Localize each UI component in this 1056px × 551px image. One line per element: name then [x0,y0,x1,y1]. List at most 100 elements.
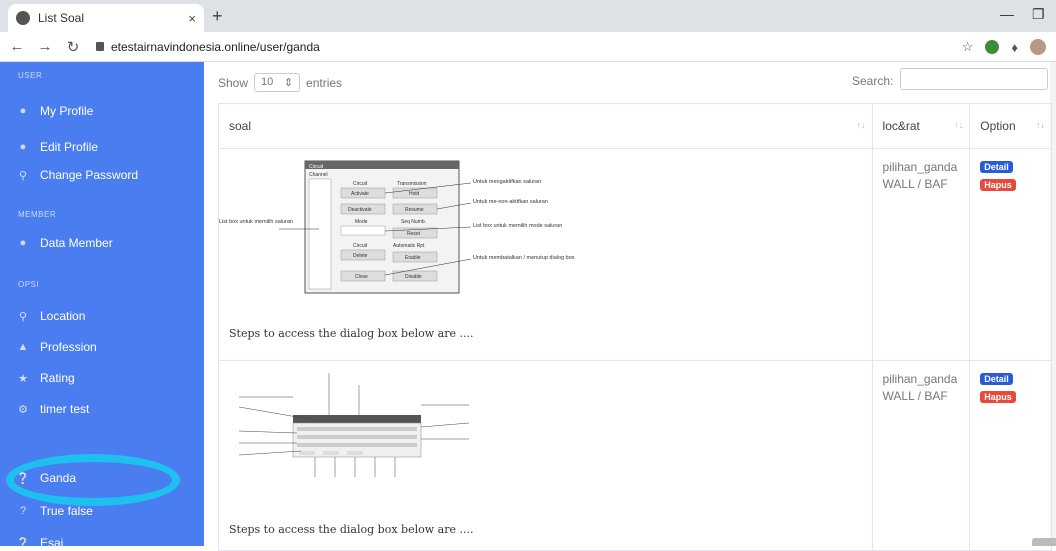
sidebar-item-label: My Profile [40,104,94,118]
sidebar-item-data-member[interactable]: ● Data Member [16,236,113,250]
detail-button[interactable]: Detail [980,161,1013,173]
diagram-disable-button: Disable [405,274,422,280]
column-header-label: loc&rat [882,119,920,133]
diagram-reset-button: Reset [407,231,421,237]
sidebar-item-edit-profile[interactable]: ● Edit Profile [16,140,98,154]
diagram-note-3: List box untuk memilih mode saluran [473,223,562,229]
diagram-circuit2-label: Circuit [353,243,368,249]
sidebar-item-label: Edit Profile [40,140,99,154]
sidebar-item-label: Data Member [40,236,113,250]
entries-select[interactable]: 10 ⇕ [254,73,301,92]
question-circle-icon: ❔ [16,537,30,547]
section-user: USER [18,71,43,80]
profession-icon: ▲ [17,341,29,353]
option-cell: Detail Hapus [969,148,1052,361]
diagram-close-button: Close [355,274,368,280]
sort-icon: ↑↓ [1036,120,1045,130]
question-text: Steps to access the dialog box below are… [229,327,474,340]
sidebar-item-label: Profession [40,340,97,354]
back-icon[interactable]: ← [6,38,28,55]
diagram-resume-button: Resume [405,207,424,213]
diagram-seq-numb-label: Seq Numb. [401,219,426,225]
highlight-ellipse [6,454,180,506]
address-bar: ← → ↻ etestairnavindonesia.online/user/g… [0,32,1056,62]
user-edit-icon: ● [19,141,27,153]
forward-icon[interactable]: → [34,38,56,55]
url-text: etestairnavindonesia.online/user/ganda [111,39,320,54]
diagram-hold-button: Hold [409,191,420,197]
column-header-soal[interactable]: soal ↑↓ [218,103,873,149]
reload-icon[interactable]: ↻ [62,38,84,56]
detail-button[interactable]: Detail [980,373,1013,385]
table-header-row: soal ↑↓ loc&rat ↑↓ Option ↑↓ [218,103,1052,149]
minimize-icon[interactable]: — [1000,6,1014,22]
location-rating: WALL / BAF [882,177,948,191]
puzzle-icon[interactable]: ♦ [1011,40,1018,55]
sidebar-item-label: Rating [40,371,75,385]
sidebar-item-label: True false [40,504,93,518]
sidebar-item-esai[interactable]: ❔ Esai [16,536,63,546]
column-header-loc-rat[interactable]: loc&rat ↑↓ [871,103,971,149]
sidebar-item-location[interactable]: ⚲ Location [16,309,85,323]
search-label: Search: [852,74,894,88]
sidebar-item-label: Location [40,309,86,323]
diagram-note-4: Untuk membatalkan / menutup dialog box [473,255,575,261]
search-location-icon: ⚲ [18,310,28,323]
extension-icon[interactable] [985,40,1000,54]
sort-icon: ↑↓ [856,120,866,130]
diagram-note-1: Untuk mengaktifkan saluran [473,179,541,185]
sidebar-item-profession[interactable]: ▲ Profession [16,340,97,354]
question-cell: Steps to access the dialog box below are… [218,360,873,551]
diagram-note-left: List box untuk memilih saluran [219,219,293,225]
toolbar-icons: ☆ ♦ [962,39,1046,55]
table-panel: Show 10 ⇕ entries Search: soal ↑↓ loc&rat ↑… [204,62,1052,551]
browser-tab-bar: List Soal × + — ❐ [0,0,1056,32]
user-icon: ● [19,105,27,117]
search-input[interactable] [900,68,1048,90]
entries-value: 10 [261,76,274,88]
question-type: pilihan_ganda [882,160,958,174]
sidebar-item-my-profile[interactable]: ● My Profile [16,104,94,118]
restore-icon[interactable]: ❐ [1032,6,1045,23]
diagram-channel-label: Channel [309,172,328,178]
question-text: Steps to access the dialog box below are… [229,523,474,536]
column-header-option[interactable]: Option ↑↓ [969,103,1052,149]
sidebar-item-rating[interactable]: ★ Rating [16,371,75,385]
loc-rat-cell: pilihan_ganda WALL / BAF [871,360,971,551]
diagram-activate-button: Activate [351,191,369,197]
diagram-automatic-rpt-label: Automatic Rpt [393,243,425,249]
browser-tab[interactable]: List Soal × [8,4,204,32]
sidebar-item-true-false[interactable]: ? True false [16,504,93,518]
question-cell: Circuit Channel Circuit Transmission Act… [218,148,873,361]
users-icon: ● [19,237,27,249]
column-header-label: soal [229,119,252,133]
show-label: Show [218,75,249,90]
question-image [238,373,470,477]
delete-button[interactable]: Hapus [980,391,1016,403]
diagram-enable-button: Enable [405,255,421,261]
sidebar-item-label: timer test [40,402,90,416]
sidebar-item-timer-test[interactable]: ⚙ timer test [16,402,89,416]
table-row: Steps to access the dialog box below are… [218,360,1052,551]
star-icon: ★ [18,372,28,385]
question-icon: ? [19,505,27,517]
key-icon: ⚲ [18,169,28,182]
globe-icon [16,11,30,25]
main-content: Show 10 ⇕ entries Search: soal ↑↓ loc&rat ↑… [204,62,1056,551]
sidebar-item-change-password[interactable]: ⚲ Change Password [16,168,138,182]
url-field[interactable]: etestairnavindonesia.online/user/ganda [96,40,320,54]
new-tab-button[interactable]: + [212,6,223,27]
sidebar-item-label: Change Password [40,168,139,182]
sidebar: USER ● My Profile ● Edit Profile ⚲ Change P… [0,62,204,546]
column-header-label: Option [980,119,1016,133]
avatar[interactable] [1030,39,1046,55]
scrollbar-thumb[interactable] [1032,538,1056,546]
lock-icon [96,42,104,51]
tab-title: List Soal [38,11,85,25]
diagram-delete-button: Delete [353,253,368,259]
star-bookmark-icon[interactable]: ☆ [962,39,974,55]
diagram-window-title: Circuit [309,164,324,170]
delete-button[interactable]: Hapus [980,179,1016,191]
diagram-deactivate-button: Deactivate [348,207,372,213]
tab-close-button[interactable]: × [188,11,196,26]
